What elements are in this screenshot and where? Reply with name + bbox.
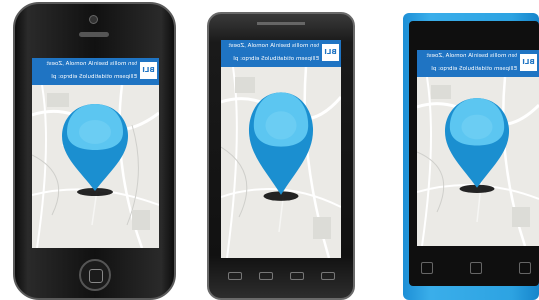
iphone-screen: ten mollis bseinlA nomolA ,Zoest Ellipse… — [32, 58, 159, 248]
nokia-device: ten mollis bseinlA nomolA ,Zoest Ellipse… — [403, 13, 539, 300]
camera-icon — [89, 15, 98, 24]
windows-key-icon[interactable] — [470, 262, 482, 274]
android-device: ten mollis bseinlA nomolA ,Zoest Ellipse… — [207, 12, 355, 300]
header-text-line2: Ellipsem otidatibuloS eibrqo: pI — [431, 66, 517, 72]
header-text-line1: ten mollis bseinlA nomolA ,Zoest — [426, 53, 517, 59]
menu-key-icon[interactable] — [258, 272, 273, 280]
search-key-icon[interactable] — [519, 262, 531, 274]
android-nav-keys — [219, 272, 343, 284]
header-text-line2: Ellipsem otidatibuloS eibrqo: pI — [51, 74, 137, 80]
header-text-line1: ten mollis bseinlA nomolA ,Zoest — [228, 43, 319, 49]
app-logo: BLI — [140, 62, 157, 79]
back-key-icon[interactable] — [421, 262, 433, 274]
brand-strip — [257, 22, 305, 25]
back-key-icon[interactable] — [227, 272, 242, 280]
map-pin-icon[interactable] — [444, 96, 510, 194]
app-logo: BLI — [520, 54, 537, 71]
nokia-screen: ten mollis bseinlA nomolA ,Zoest Ellipse… — [417, 50, 539, 246]
app-header: ten mollis bseinlA nomolA ,Zoest Ellipse… — [221, 40, 341, 67]
map-pin-icon[interactable] — [248, 90, 314, 202]
header-text-line1: ten mollis bseinlA nomolA ,Zoest — [46, 61, 137, 67]
header-text-line2: Ellipsem otidatibuloS eibrqo: pI — [233, 56, 319, 62]
home-button[interactable] — [79, 259, 111, 291]
speaker-grille — [79, 32, 109, 37]
app-logo: BLI — [322, 44, 339, 61]
app-header: ten mollis bseinlA nomolA ,Zoest Ellipse… — [417, 50, 539, 77]
app-header: ten mollis bseinlA nomolA ,Zoest Ellipse… — [32, 58, 159, 85]
android-screen: ten mollis bseinlA nomolA ,Zoest Ellipse… — [221, 40, 341, 258]
iphone-device: ten mollis bseinlA nomolA ,Zoest Ellipse… — [13, 2, 176, 300]
search-key-icon[interactable] — [320, 272, 335, 280]
home-key-icon[interactable] — [289, 272, 304, 280]
nokia-nav-keys — [421, 262, 531, 274]
map-pin-icon[interactable] — [61, 102, 129, 197]
